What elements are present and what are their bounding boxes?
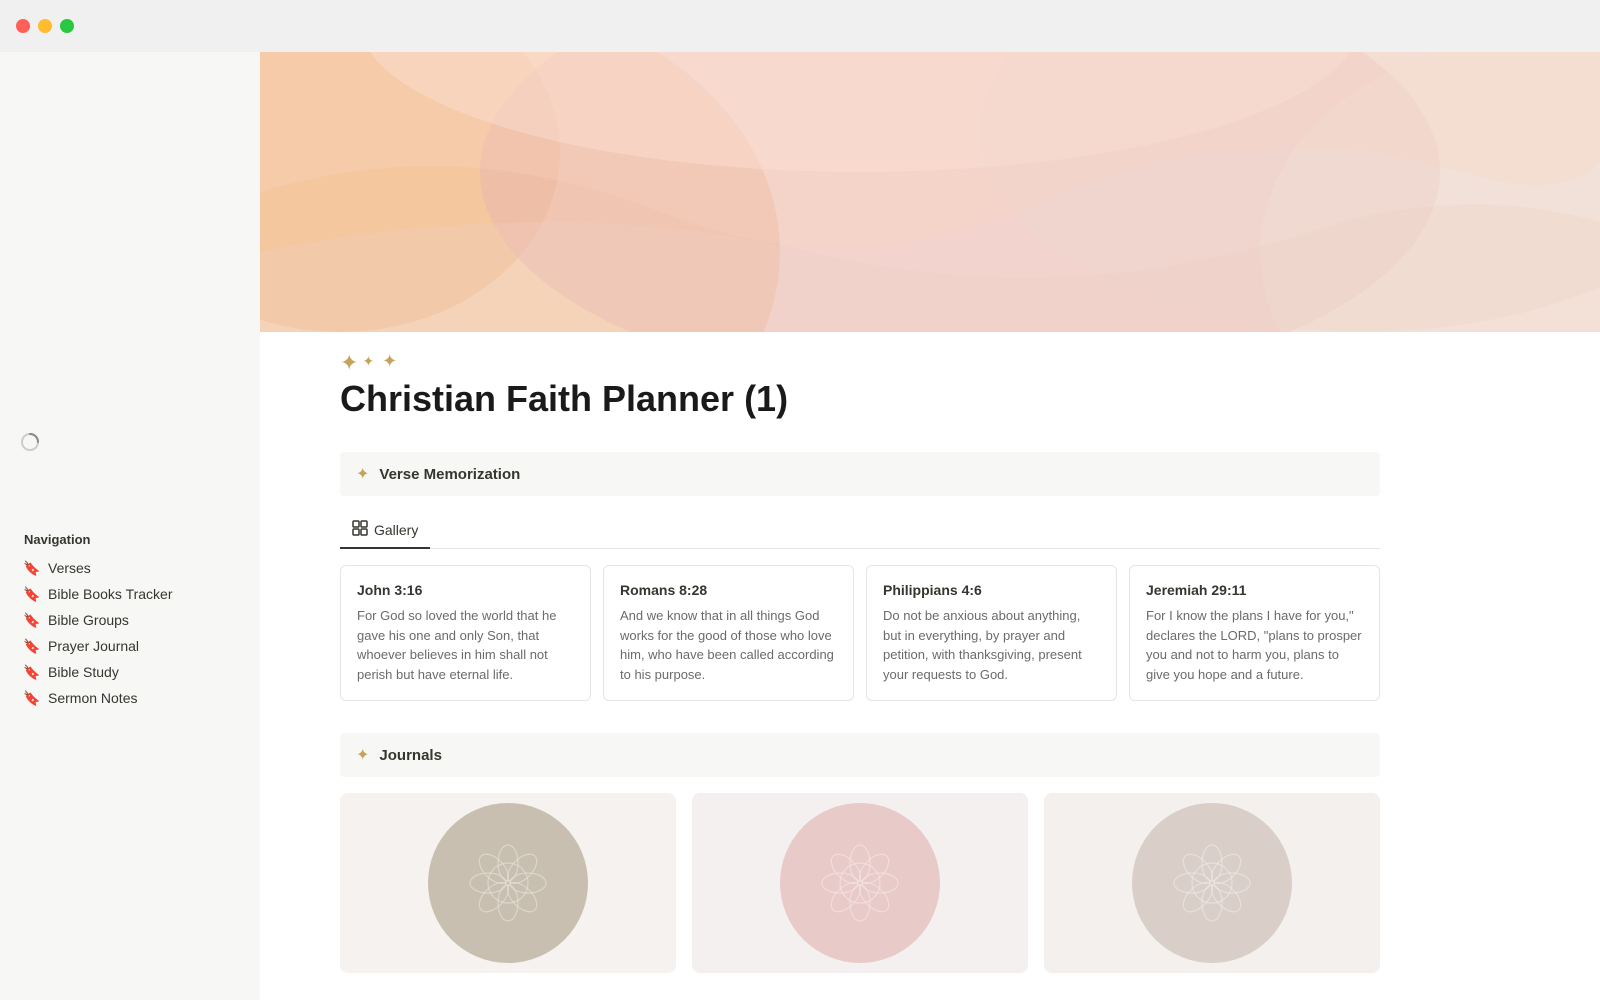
sidebar-item-label: Bible Groups bbox=[48, 612, 129, 628]
verse-text-0: For God so loved the world that he gave … bbox=[357, 606, 574, 684]
bookmark-icon-5: 🔖 bbox=[24, 664, 40, 680]
maximize-button[interactable] bbox=[60, 19, 74, 33]
sidebar-item-bible-groups[interactable]: 🔖 Bible Groups bbox=[16, 607, 244, 633]
verse-reference-3: Jeremiah 29:11 bbox=[1146, 582, 1363, 598]
header-wave-container bbox=[260, 52, 1600, 332]
bookmark-icon-6: 🔖 bbox=[24, 690, 40, 706]
verse-sparkle-icon: ✦ bbox=[356, 464, 369, 484]
page-content: ✦ ✦ ✦ Christian Faith Planner (1) ✦ Vers… bbox=[260, 352, 1460, 1000]
close-button[interactable] bbox=[16, 19, 30, 33]
verse-card-2[interactable]: Philippians 4:6 Do not be anxious about … bbox=[866, 565, 1117, 701]
titlebar bbox=[0, 0, 1600, 52]
bookmark-icon: 🔖 bbox=[24, 560, 40, 576]
page-header bbox=[260, 52, 1600, 332]
verse-memorization-section-header[interactable]: ✦ Verse Memorization bbox=[340, 452, 1380, 496]
sidebar-loading bbox=[20, 392, 40, 492]
minimize-button[interactable] bbox=[38, 19, 52, 33]
sidebar-item-prayer-journal[interactable]: 🔖 Prayer Journal bbox=[16, 633, 244, 659]
sidebar-item-label: Bible Books Tracker bbox=[48, 586, 173, 602]
sparkle-small-icon: ✦ bbox=[362, 354, 374, 368]
verse-cards: John 3:16 For God so loved the world tha… bbox=[340, 565, 1380, 701]
gallery-tab-icon bbox=[352, 520, 368, 539]
verse-card-1[interactable]: Romans 8:28 And we know that in all thin… bbox=[603, 565, 854, 701]
verse-text-3: For I know the plans I have for you," de… bbox=[1146, 606, 1363, 684]
verse-reference-1: Romans 8:28 bbox=[620, 582, 837, 598]
gallery-tab[interactable]: Gallery bbox=[340, 512, 430, 549]
sidebar-nav-section: Navigation 🔖 Verses 🔖 Bible Books Tracke… bbox=[0, 512, 260, 711]
journals-section-header[interactable]: ✦ Journals bbox=[340, 733, 1380, 777]
sidebar-item-label: Verses bbox=[48, 560, 91, 576]
verse-text-2: Do not be anxious about anything, but in… bbox=[883, 606, 1100, 684]
gallery-tabs: Gallery bbox=[340, 512, 1380, 549]
bookmark-icon-2: 🔖 bbox=[24, 586, 40, 602]
journal-card-2[interactable] bbox=[1044, 793, 1380, 973]
sidebar-item-bible-study[interactable]: 🔖 Bible Study bbox=[16, 659, 244, 685]
sidebar: Navigation 🔖 Verses 🔖 Bible Books Tracke… bbox=[0, 52, 260, 1000]
sidebar-item-label: Prayer Journal bbox=[48, 638, 139, 654]
main-content: ✦ ✦ ✦ Christian Faith Planner (1) ✦ Vers… bbox=[260, 52, 1600, 1000]
journal-card-1[interactable] bbox=[692, 793, 1028, 973]
journals-sparkle-icon: ✦ bbox=[356, 745, 369, 765]
sidebar-item-sermon-notes[interactable]: 🔖 Sermon Notes bbox=[16, 685, 244, 711]
journal-cards bbox=[340, 793, 1380, 973]
sparkle-large-icon: ✦ bbox=[340, 352, 358, 374]
verse-reference-0: John 3:16 bbox=[357, 582, 574, 598]
journals-section-label: Journals bbox=[379, 747, 442, 764]
verse-card-3[interactable]: Jeremiah 29:11 For I know the plans I ha… bbox=[1129, 565, 1380, 701]
nav-title: Navigation bbox=[16, 532, 244, 547]
verse-section-label: Verse Memorization bbox=[379, 466, 520, 483]
sidebar-item-label: Sermon Notes bbox=[48, 690, 137, 706]
sidebar-item-label: Bible Study bbox=[48, 664, 119, 680]
verse-card-0[interactable]: John 3:16 For God so loved the world tha… bbox=[340, 565, 591, 701]
bookmark-icon-4: 🔖 bbox=[24, 638, 40, 654]
verse-text-1: And we know that in all things God works… bbox=[620, 606, 837, 684]
bookmark-icon-3: 🔖 bbox=[24, 612, 40, 628]
gallery-tab-label: Gallery bbox=[374, 522, 418, 538]
verse-reference-2: Philippians 4:6 bbox=[883, 582, 1100, 598]
app-container: Navigation 🔖 Verses 🔖 Bible Books Tracke… bbox=[0, 52, 1600, 1000]
sidebar-item-verses[interactable]: 🔖 Verses bbox=[16, 555, 244, 581]
sparkle-medium-icon: ✦ bbox=[382, 352, 397, 370]
page-title: Christian Faith Planner (1) bbox=[340, 378, 1380, 420]
sidebar-item-bible-books-tracker[interactable]: 🔖 Bible Books Tracker bbox=[16, 581, 244, 607]
journal-card-0[interactable] bbox=[340, 793, 676, 973]
